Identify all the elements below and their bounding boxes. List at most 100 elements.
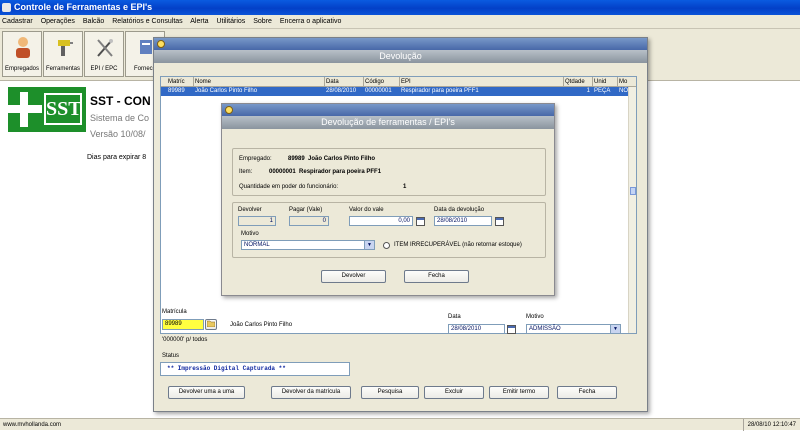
- empregado-value: 89989 João Carlos Pinto Filho: [288, 156, 376, 162]
- col-header-data[interactable]: Data: [325, 77, 364, 87]
- main-menu-bar: Cadastrar Operações Balcão Relatórios e …: [0, 15, 800, 29]
- cell-unid: PEÇA: [594, 88, 611, 94]
- motivo-select[interactable]: ADMISSÃO ▼: [526, 324, 621, 334]
- fecha-button[interactable]: Fecha: [557, 386, 617, 399]
- devolver-uma-button[interactable]: Devolver uma a uma: [168, 386, 245, 399]
- devolver-matricula-button[interactable]: Devolver da matrícula: [271, 386, 351, 399]
- main-title-bar: Controle de Ferramentas e EPI's: [0, 0, 800, 15]
- devolucao-ferramentas-dialog: Devolução de ferramentas / EPI's Emprega…: [221, 103, 555, 296]
- dialog-fecha-button[interactable]: Fecha: [404, 270, 469, 283]
- emitir-termo-button[interactable]: Emitir termo: [489, 386, 549, 399]
- calendar-icon[interactable]: [495, 217, 504, 226]
- days-to-expire: Dias para expirar 8: [87, 154, 147, 161]
- chevron-down-icon[interactable]: ▼: [610, 325, 620, 333]
- toolbar-empregados-button[interactable]: Empregados: [2, 31, 42, 77]
- devolucao-caption: Devolução: [154, 50, 647, 63]
- drill-icon: [58, 40, 73, 56]
- matricula-search-button[interactable]: [205, 319, 217, 330]
- toolbar-label: Ferramentas: [45, 66, 80, 72]
- menu-sobre[interactable]: Sobre: [253, 18, 272, 25]
- person-icon: [16, 37, 30, 58]
- toolbar-epi-button[interactable]: EPI / EPC: [84, 31, 124, 77]
- devolver-input[interactable]: 1: [238, 216, 276, 226]
- item-value: 00000001 Respirador para poeira PFF1: [269, 169, 382, 175]
- main-status-bar: www.mvhollanda.com 28/08/10 12:10:47: [0, 418, 800, 431]
- empregado-label: Empregado:: [239, 156, 272, 162]
- matricula-label: Matrícula: [162, 309, 187, 315]
- item-label: Item:: [239, 169, 253, 175]
- pagar-label: Pagar (Vale): [289, 207, 323, 213]
- sst-logo: SST: [8, 87, 86, 132]
- status-label: Status: [162, 353, 180, 359]
- toolbar-label: Empregados: [4, 66, 40, 72]
- pagar-input[interactable]: 0: [289, 216, 329, 226]
- calendar-icon[interactable]: [507, 325, 516, 334]
- chevron-down-icon[interactable]: ▼: [364, 241, 374, 249]
- workspace-title: SST - CON: [90, 94, 151, 108]
- app-title: Controle de Ferramentas e EPI's: [14, 2, 153, 12]
- quantidade-label: Quantidade em poder do funcionário:: [239, 184, 339, 190]
- col-header-mo[interactable]: Mo: [618, 77, 630, 87]
- col-header-codigo[interactable]: Código: [364, 77, 400, 87]
- irrecuperavel-checkbox[interactable]: [383, 242, 390, 249]
- toolbar-label: EPI / EPC: [90, 66, 118, 72]
- grid-scrollbar[interactable]: [628, 87, 636, 333]
- motivo-label: Motivo: [526, 314, 544, 320]
- valor-vale-input[interactable]: 0,00: [349, 216, 413, 226]
- col-header-matric[interactable]: Matríc: [167, 77, 194, 87]
- col-header-unid[interactable]: Unid: [593, 77, 618, 87]
- menu-utilitarios[interactable]: Utilitários: [217, 18, 246, 25]
- valor-vale-label: Valor do vale: [349, 207, 384, 213]
- table-row[interactable]: 89989 João Carlos Pinto Filho 28/08/2010…: [161, 87, 628, 96]
- pesquisa-button[interactable]: Pesquisa: [361, 386, 419, 399]
- status-url: www.mvhollanda.com: [3, 422, 62, 428]
- data-input[interactable]: 28/08/2010: [448, 324, 505, 334]
- data-label: Data: [448, 314, 461, 320]
- cell-qtdade: 1: [586, 88, 590, 94]
- employee-name: João Carlos Pinto Filho: [230, 322, 293, 328]
- toolbar-ferramentas-button[interactable]: Ferramentas: [43, 31, 83, 77]
- menu-encerra[interactable]: Encerra o aplicativo: [280, 18, 341, 25]
- col-header-epi[interactable]: EPI: [400, 77, 564, 87]
- app-icon: [2, 3, 11, 12]
- menu-cadastrar[interactable]: Cadastrar: [2, 18, 33, 25]
- cell-nome: João Carlos Pinto Filho: [195, 88, 258, 94]
- menu-relatorios[interactable]: Relatórios e Consultas: [112, 18, 182, 25]
- matricula-input[interactable]: 89989: [162, 319, 204, 330]
- data-devolucao-input[interactable]: 28/08/2010: [434, 216, 492, 226]
- irrecuperavel-label: ITEM IRRECUPERÁVEL (não retornar estoque…: [394, 242, 522, 248]
- workspace-subtitle: Sistema de Co: [90, 113, 150, 123]
- data-devolucao-label: Data da devolução: [434, 207, 485, 213]
- col-header-nome[interactable]: Nome: [194, 77, 325, 87]
- dialog-titlebar: [222, 104, 554, 116]
- devolver-label: Devolver: [238, 207, 262, 213]
- dialog-caption: Devolução de ferramentas / EPI's: [222, 116, 554, 129]
- cell-data: 28/08/2010: [326, 88, 357, 94]
- motivo-select[interactable]: NORMAL ▼: [241, 240, 375, 250]
- motivo-value: NORMAL: [244, 242, 270, 248]
- cell-epi: Respirador para poeira PFF1: [401, 88, 479, 94]
- cell-matric: 89989: [168, 88, 185, 94]
- quantidade-value: 1: [403, 184, 407, 190]
- col-header-qtdade[interactable]: Qtdade: [564, 77, 593, 87]
- dialog-devolver-button[interactable]: Devolver: [321, 270, 386, 283]
- cell-codigo: 00000001: [365, 88, 392, 94]
- menu-operacoes[interactable]: Operações: [41, 18, 75, 25]
- status-datetime: 28/08/10 12:10:47: [742, 419, 796, 431]
- window-icon: [157, 40, 165, 48]
- devolucao-form-panel: Devolver 1 Pagar (Vale) 0 Valor do vale …: [232, 202, 546, 258]
- matricula-hint: '000000' p/ todos: [162, 337, 208, 343]
- menu-balcao[interactable]: Balcão: [83, 18, 104, 25]
- window-icon: [225, 106, 233, 114]
- menu-alerta[interactable]: Alerta: [190, 18, 208, 25]
- grid-header: Matríc Nome Data Código EPI Qtdade Unid …: [161, 77, 636, 87]
- motivo-value: ADMISSÃO: [529, 326, 561, 332]
- tools-icon: [97, 39, 113, 57]
- devolucao-titlebar: [154, 38, 647, 50]
- excluir-button[interactable]: Excluir: [424, 386, 484, 399]
- calculator-icon[interactable]: [416, 217, 425, 226]
- scrollbar-thumb[interactable]: [630, 187, 636, 195]
- status-value: ** Impressão Digital Capturada **: [160, 362, 350, 376]
- folder-icon: [206, 320, 216, 328]
- workspace-version: Versão 10/08/: [90, 129, 146, 139]
